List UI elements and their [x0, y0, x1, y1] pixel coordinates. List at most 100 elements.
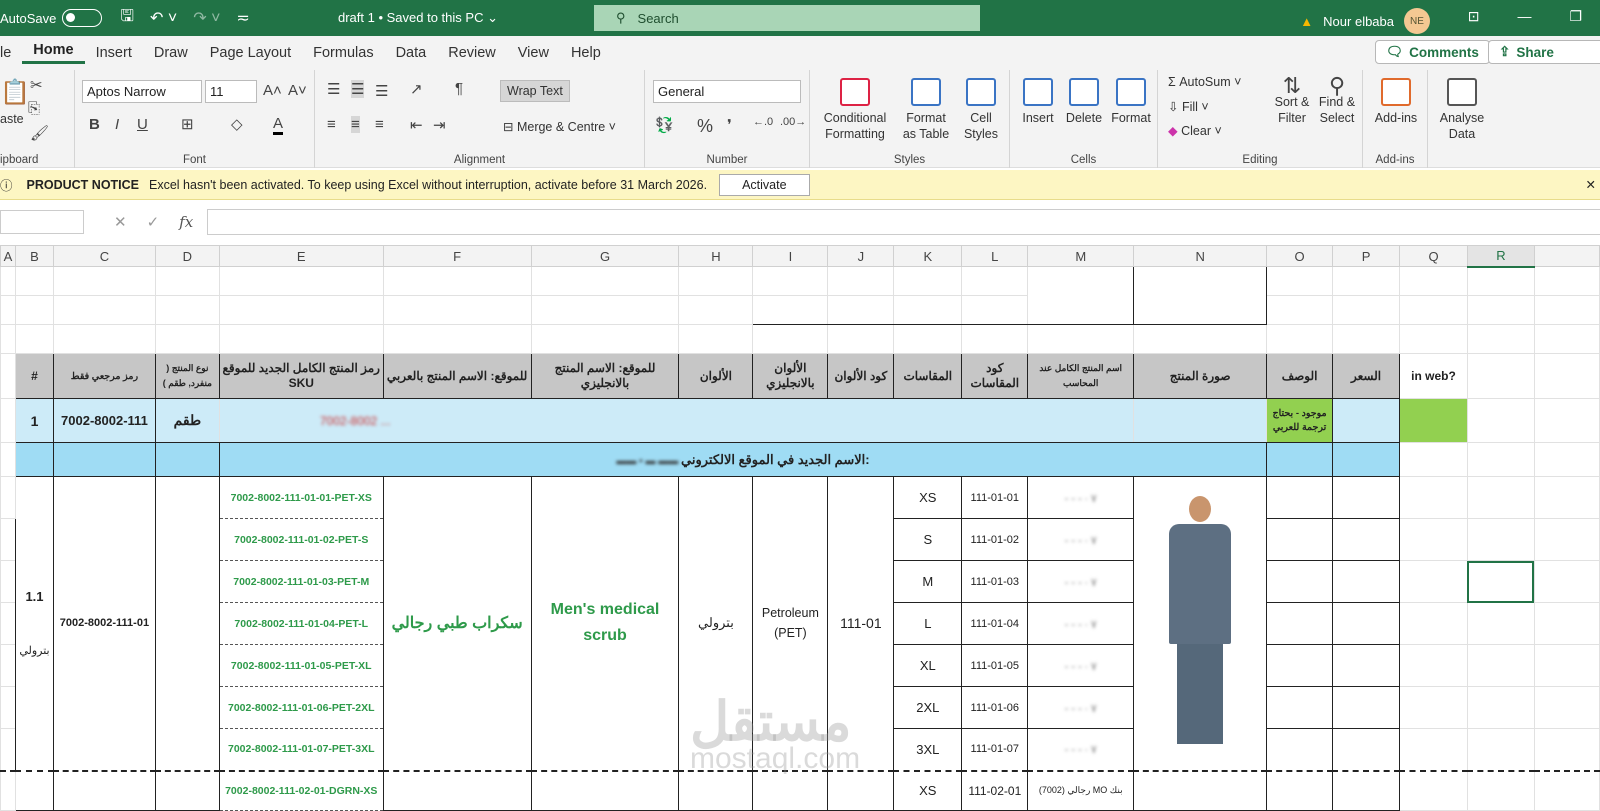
customize-qat-icon[interactable]: ≂ [236, 8, 249, 28]
column-header-n[interactable]: N [1133, 245, 1268, 267]
sku-cell[interactable]: 7002-8002-111-01-06-PET-2XL [218, 686, 384, 729]
align-left-icon[interactable]: ≡ [327, 116, 336, 133]
format-painter-icon[interactable]: 🖌 [30, 124, 49, 142]
increase-decimal-icon[interactable]: ←.0 [753, 116, 773, 128]
size-cell[interactable]: L [893, 602, 963, 645]
restore-icon[interactable]: ❐ [1569, 8, 1582, 25]
avatar[interactable]: NE [1404, 8, 1430, 34]
autosave-toggle[interactable] [62, 9, 103, 27]
size-code-cell[interactable]: 111-01-01 [961, 476, 1029, 519]
cancel-icon[interactable]: ✕ [114, 213, 127, 231]
column-header-j[interactable]: J [827, 245, 895, 267]
column-header-a[interactable]: A [0, 245, 16, 267]
fill-color-icon[interactable]: ◇ [231, 115, 243, 133]
insert-cells-button[interactable]: Insert [1016, 78, 1060, 126]
size-cell[interactable]: M [893, 560, 963, 603]
sku-cell[interactable]: 7002-8002-111-01-05-PET-XL [218, 644, 384, 687]
font-name-select[interactable]: Aptos Narrow [82, 80, 202, 103]
cell-styles-button[interactable]: Cell Styles [956, 78, 1006, 142]
font-size-select[interactable]: 11 [205, 80, 257, 103]
align-center-icon[interactable]: ≡ [351, 116, 360, 133]
size-code-cell[interactable]: 111-01-03 [961, 560, 1029, 603]
size-code-cell[interactable]: 111-01-04 [961, 602, 1029, 645]
column-header-c[interactable]: C [52, 245, 156, 267]
enter-icon[interactable]: ✓ [147, 213, 160, 231]
sku-cell[interactable]: 7002-8002-111-01-07-PET-3XL [218, 728, 384, 771]
size-cell[interactable]: XS [893, 476, 963, 519]
document-title[interactable]: draft 1 • Saved to this PC ⌄ [338, 10, 498, 26]
tab-review[interactable]: Review [437, 45, 507, 61]
accounting-icon[interactable]: 💱 [655, 116, 674, 134]
tab-page-layout[interactable]: Page Layout [199, 45, 302, 61]
decrease-decimal-icon[interactable]: .00→ [780, 116, 806, 128]
find-select-button[interactable]: ⚲ Find & Select [1314, 75, 1360, 126]
decrease-font-icon[interactable]: A˅ [288, 82, 307, 99]
column-header-f[interactable]: F [382, 245, 532, 267]
size-code-cell[interactable]: 111-01-02 [961, 518, 1029, 561]
align-middle-icon[interactable]: ☰ [351, 80, 365, 98]
column-header-g[interactable]: G [530, 245, 680, 267]
copy-icon[interactable]: ⎘ [28, 100, 40, 117]
bold-icon[interactable]: B [89, 116, 100, 133]
in-web-cell[interactable] [1399, 398, 1468, 443]
tab-data[interactable]: Data [385, 45, 438, 61]
column-header-q[interactable]: Q [1399, 245, 1468, 267]
orientation-icon[interactable]: ↗ [410, 80, 423, 98]
comments-button[interactable]: 🗨 Comments [1375, 40, 1490, 64]
column-header-k[interactable]: K [893, 245, 963, 267]
wrap-text-button[interactable]: Wrap Text [500, 80, 570, 102]
formula-input[interactable] [207, 209, 1600, 235]
column-header-l[interactable]: L [961, 245, 1029, 267]
paste-label[interactable]: aste [0, 112, 24, 126]
fill-button[interactable]: ⇩ Fill ˅ [1168, 99, 1209, 114]
cut-icon[interactable]: ✂ [30, 76, 43, 94]
merge-centre-button[interactable]: ⊟ Merge & Centre ˅ [503, 119, 616, 134]
font-color-icon[interactable]: A [273, 115, 284, 135]
delete-cells-button[interactable]: Delete [1062, 78, 1106, 126]
column-header-r[interactable]: R [1466, 245, 1535, 268]
function-icon[interactable]: fx [179, 213, 193, 231]
align-bottom-icon[interactable]: ☰ [375, 82, 388, 100]
paste-icon[interactable]: 📋 [0, 78, 30, 107]
column-header-h[interactable]: H [678, 245, 754, 267]
close-icon[interactable]: ✕ [1586, 177, 1596, 192]
increase-indent-icon[interactable]: ⇥ [433, 116, 446, 134]
tab-file[interactable]: le [0, 45, 22, 61]
analyse-data-button[interactable]: Analyse Data [1436, 78, 1488, 142]
tab-help[interactable]: Help [560, 45, 612, 61]
size-code-cell[interactable]: 111-01-07 [961, 728, 1029, 771]
sku-cell[interactable]: 7002-8002-111-01-02-PET-S [218, 518, 384, 561]
underline-icon[interactable]: U [137, 116, 148, 133]
selected-cell[interactable] [1466, 560, 1535, 603]
sku-cell[interactable]: 7002-8002-111-01-01-PET-XS [218, 476, 384, 519]
sku-cell[interactable]: 7002-8002-111-01-04-PET-L [218, 602, 384, 645]
column-header-e[interactable]: E [218, 245, 384, 267]
sort-filter-button[interactable]: ⇅ Sort & Filter [1270, 75, 1314, 126]
autosum-button[interactable]: Σ AutoSum ˅ [1168, 75, 1241, 89]
column-header-p[interactable]: P [1332, 245, 1401, 267]
share-button[interactable]: ⇪ Share [1488, 40, 1600, 64]
number-format-select[interactable]: General [653, 80, 801, 103]
format-cells-button[interactable]: Format [1108, 78, 1154, 126]
comma-icon[interactable]: ❜ [727, 116, 732, 134]
redo-icon[interactable]: ↷ ˅ [193, 8, 220, 28]
size-code-cell[interactable]: 111-01-05 [961, 644, 1029, 687]
tab-home[interactable]: Home [22, 42, 85, 64]
size-cell[interactable]: S [893, 518, 963, 561]
borders-icon[interactable]: ⊞ [181, 115, 194, 133]
percent-icon[interactable]: % [697, 116, 713, 137]
ribbon-display-icon[interactable]: ⊡ [1468, 8, 1480, 25]
increase-font-icon[interactable]: A˄ [263, 82, 282, 99]
size-cell[interactable]: 3XL [893, 728, 963, 771]
sku-cell[interactable]: 7002-8002-111-01-03-PET-M [218, 560, 384, 603]
save-icon[interactable]: 🖫 [120, 5, 134, 32]
tab-formulas[interactable]: Formulas [302, 45, 384, 61]
size-cell[interactable]: XL [893, 644, 963, 687]
italic-icon[interactable]: I [115, 116, 119, 133]
align-right-icon[interactable]: ≡ [375, 116, 384, 133]
undo-icon[interactable]: ↶ ˅ [150, 8, 177, 28]
activate-button[interactable]: Activate [719, 173, 810, 196]
text-direction-icon[interactable]: ¶ [455, 80, 463, 97]
align-top-icon[interactable]: ☰ [327, 80, 340, 98]
column-header-i[interactable]: I [752, 245, 829, 267]
